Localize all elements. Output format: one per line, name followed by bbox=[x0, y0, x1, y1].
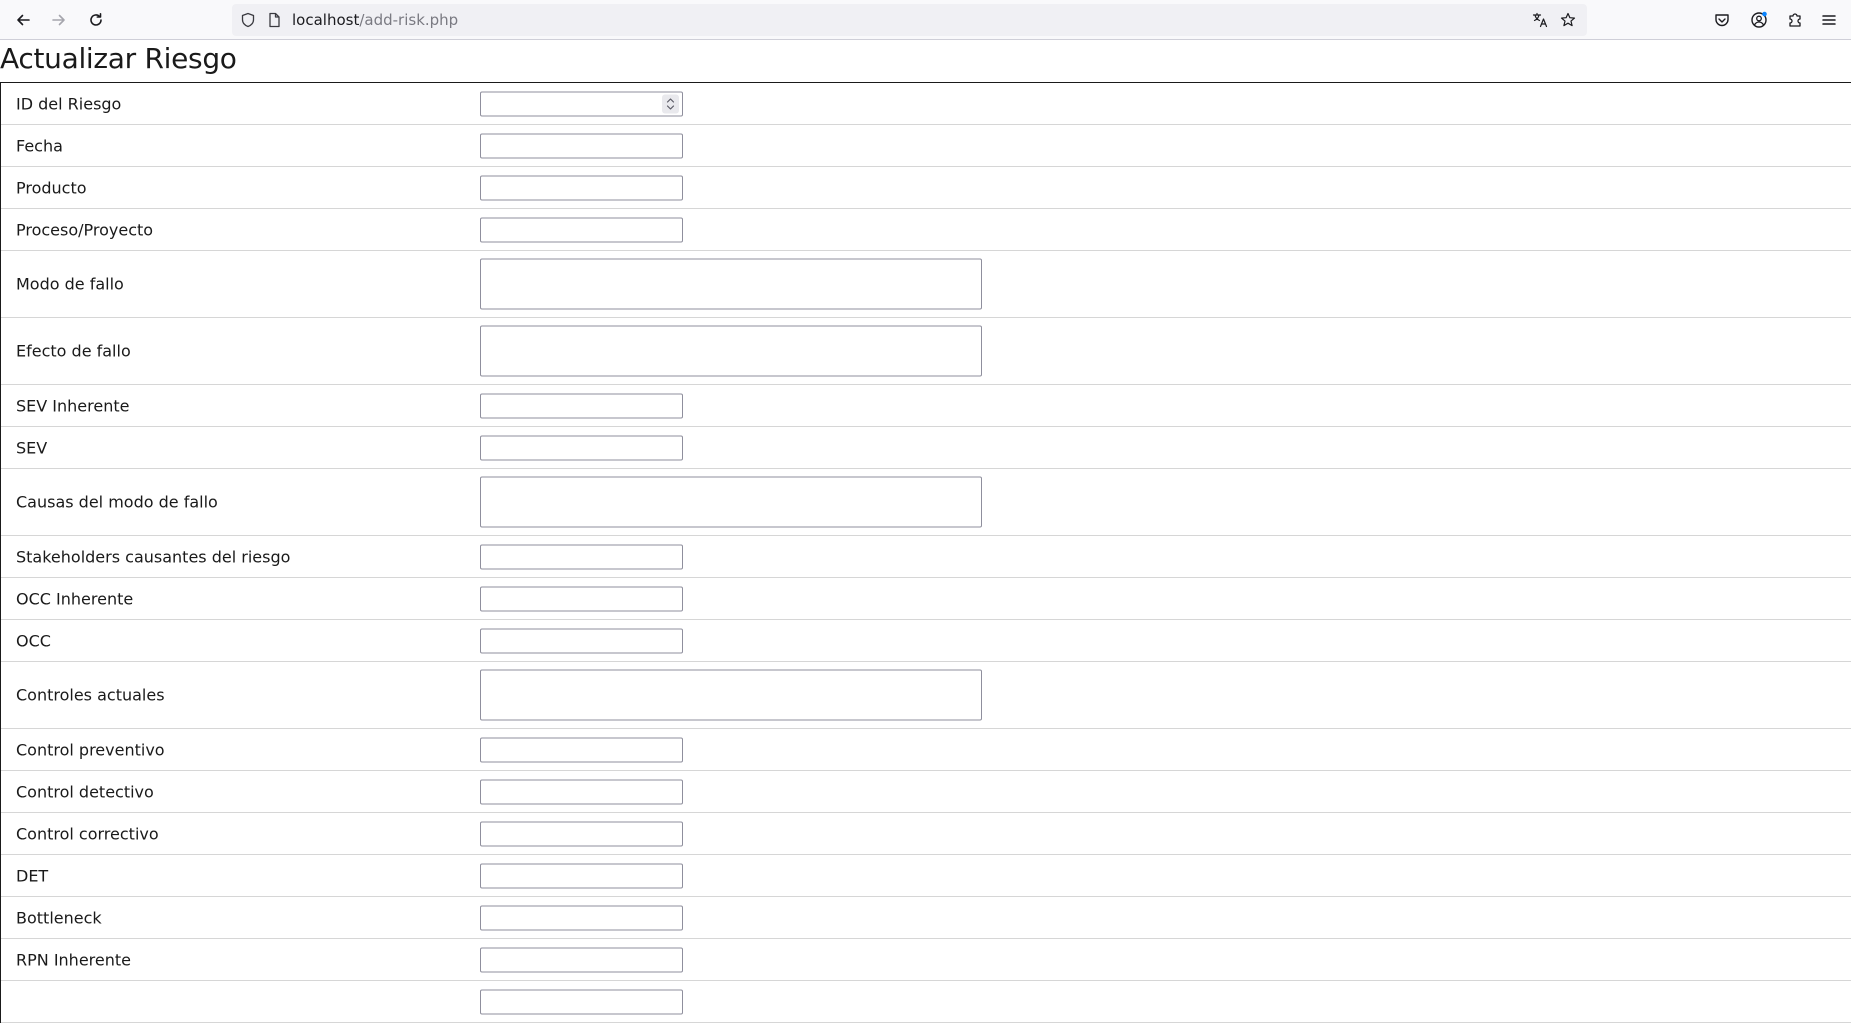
browser-toolbar: localhost/add-risk.php bbox=[0, 0, 1851, 40]
form-row: OCC Inherente bbox=[1, 578, 1851, 620]
field-label: OCC bbox=[16, 631, 51, 650]
bottleneck-input[interactable] bbox=[480, 905, 683, 930]
risk-form: ID del Riesgo Fecha Producto Proceso/Proyec… bbox=[0, 82, 1851, 1023]
form-row: Control correctivo bbox=[1, 813, 1851, 855]
field-label: OCC Inherente bbox=[16, 589, 134, 608]
producto-input[interactable] bbox=[480, 175, 683, 200]
field-label: SEV bbox=[16, 438, 48, 457]
id-del-riesgo-number-field[interactable] bbox=[480, 91, 683, 116]
form-row bbox=[1, 981, 1851, 1023]
number-spinner[interactable] bbox=[662, 94, 679, 113]
field-label: Control preventivo bbox=[16, 740, 165, 759]
occ-inherente-input[interactable] bbox=[480, 586, 683, 611]
pocket-button[interactable] bbox=[1708, 6, 1736, 34]
efecto-de-fallo-textarea[interactable] bbox=[480, 325, 982, 377]
control-detectivo-input[interactable] bbox=[480, 779, 683, 804]
field-label: Producto bbox=[16, 178, 87, 197]
form-row: Modo de fallo bbox=[1, 251, 1851, 318]
form-row: Proceso/Proyecto bbox=[1, 209, 1851, 251]
chevron-up-down-icon bbox=[666, 97, 675, 110]
form-row: DET bbox=[1, 855, 1851, 897]
field-label: Modo de fallo bbox=[16, 274, 124, 294]
page-title: Actualizar Riesgo bbox=[0, 42, 237, 75]
form-row: RPN Inherente bbox=[1, 939, 1851, 981]
stakeholders-causantes-del-riesgo-input[interactable] bbox=[480, 544, 683, 569]
reload-button[interactable] bbox=[82, 6, 110, 34]
rpn-inherente-input[interactable] bbox=[480, 947, 683, 972]
field-label: Bottleneck bbox=[16, 908, 102, 927]
back-button[interactable] bbox=[9, 6, 37, 34]
sev-inherente-input[interactable] bbox=[480, 393, 683, 418]
puzzle-icon bbox=[1789, 13, 1801, 27]
field-label: DET bbox=[16, 866, 49, 885]
arrow-left-icon bbox=[17, 14, 30, 26]
form-row: OCC bbox=[1, 620, 1851, 662]
control-preventivo-input[interactable] bbox=[480, 737, 683, 762]
hamburger-menu-icon bbox=[1822, 15, 1836, 25]
form-row: Efecto de fallo bbox=[1, 318, 1851, 385]
modo-de-fallo-textarea[interactable] bbox=[480, 258, 982, 310]
proceso-proyecto-input[interactable] bbox=[480, 217, 683, 242]
reload-icon bbox=[90, 13, 102, 26]
url-bar[interactable]: localhost/add-risk.php bbox=[232, 4, 1587, 36]
pocket-icon bbox=[1715, 14, 1729, 27]
field-label: Proceso/Proyecto bbox=[16, 220, 154, 239]
arrow-right-icon bbox=[52, 14, 65, 26]
field-label: SEV Inherente bbox=[16, 396, 130, 415]
shield-icon[interactable] bbox=[240, 12, 256, 28]
extensions-button[interactable] bbox=[1781, 6, 1809, 34]
forward-button[interactable] bbox=[45, 6, 73, 34]
url-text[interactable]: localhost/add-risk.php bbox=[292, 11, 458, 29]
field-label: ID del Riesgo bbox=[16, 94, 122, 113]
control-correctivo-input[interactable] bbox=[480, 821, 683, 846]
url-path: /add-risk.php bbox=[359, 11, 459, 29]
field-label: RPN Inherente bbox=[16, 950, 131, 969]
form-row: ID del Riesgo bbox=[1, 83, 1851, 125]
field-label: Stakeholders causantes del riesgo bbox=[16, 547, 291, 566]
form-row: Control preventivo bbox=[1, 729, 1851, 771]
form-row: Stakeholders causantes del riesgo bbox=[1, 536, 1851, 578]
form-row: Producto bbox=[1, 167, 1851, 209]
fecha-input[interactable] bbox=[480, 133, 683, 158]
translate-icon[interactable] bbox=[1532, 12, 1548, 28]
unnamed-input[interactable] bbox=[480, 989, 683, 1014]
url-host: localhost bbox=[292, 11, 360, 29]
form-row: Control detectivo bbox=[1, 771, 1851, 813]
controles-actuales-textarea[interactable] bbox=[480, 669, 982, 721]
occ-input[interactable] bbox=[480, 628, 683, 653]
field-label: Control correctivo bbox=[16, 824, 159, 843]
menu-button[interactable] bbox=[1815, 6, 1843, 34]
field-label: Control detectivo bbox=[16, 782, 154, 801]
form-row: Bottleneck bbox=[1, 897, 1851, 939]
form-row: SEV bbox=[1, 427, 1851, 469]
star-icon[interactable] bbox=[1560, 12, 1576, 28]
field-label: Causas del modo de fallo bbox=[16, 492, 218, 512]
account-icon bbox=[1751, 11, 1767, 28]
field-label: Fecha bbox=[16, 136, 63, 155]
field-label: Efecto de fallo bbox=[16, 341, 131, 361]
form-row: Fecha bbox=[1, 125, 1851, 167]
sev-input[interactable] bbox=[480, 435, 683, 460]
account-button[interactable] bbox=[1745, 6, 1773, 34]
page-icon[interactable] bbox=[266, 12, 282, 28]
form-row: SEV Inherente bbox=[1, 385, 1851, 427]
det-input[interactable] bbox=[480, 863, 683, 888]
form-row: Causas del modo de fallo bbox=[1, 469, 1851, 536]
field-label: Controles actuales bbox=[16, 685, 165, 705]
causas-del-modo-de-fallo-textarea[interactable] bbox=[480, 476, 982, 528]
id-del-riesgo-input[interactable] bbox=[481, 92, 656, 115]
form-row: Controles actuales bbox=[1, 662, 1851, 729]
